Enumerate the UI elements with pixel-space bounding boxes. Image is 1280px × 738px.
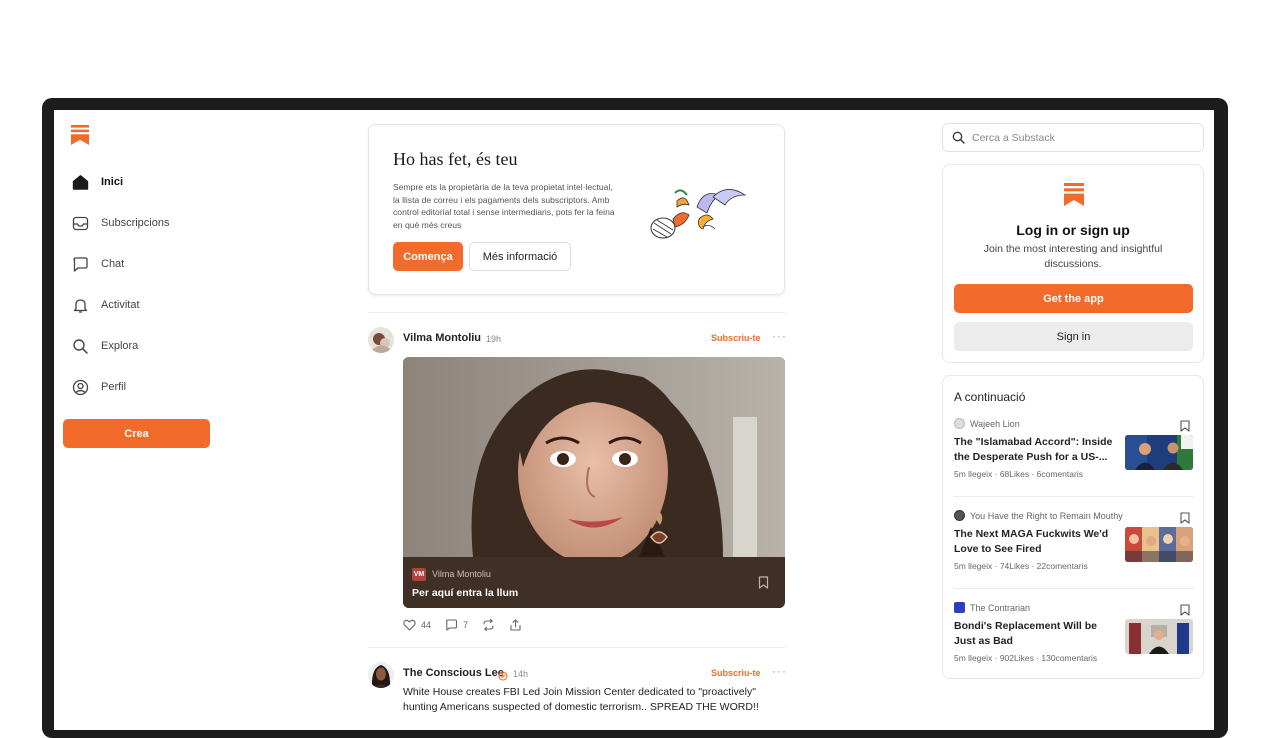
profile-icon [71,378,89,396]
publication-name: Wajeeh Lion [970,418,1020,429]
share-icon [510,619,521,631]
search-input[interactable] [972,131,1192,144]
card-author: Vilma Montoliu [432,569,491,579]
publication: The Contrarian [954,602,1030,613]
headline[interactable]: The Next MAGA Fuckwits We'd Love to See … [954,527,1114,557]
search-icon [952,131,965,144]
item-meta: 5m llegeix · 74Likes · 22comentaris [954,561,1088,571]
more-info-button[interactable]: Més informació [469,242,571,271]
sidebar-item-subscripcions[interactable]: Subscripcions [71,211,169,235]
login-subtitle: Join the most interesting and insightful… [983,243,1163,270]
login-card: Log in or sign up Join the most interest… [942,164,1204,363]
list-item[interactable]: The Contrarian Bondi's Replacement Will … [954,602,1194,682]
divider [954,496,1194,497]
publication-name: You Have the Right to Remain Mouthy [970,510,1123,521]
divider [368,647,785,648]
divider [368,312,785,313]
sidebar-item-explora[interactable]: Explora [71,334,138,358]
promo-title: Ho has fet, és teu [393,149,518,169]
login-title: Log in or sign up [1016,222,1130,238]
promo-text: Sempre ets la propietària de la teva pro… [393,182,615,230]
create-button[interactable]: Crea [63,419,210,448]
post-image [403,357,785,564]
app-screen: Inici Subscripcions Chat Activitat Explo… [54,110,1214,730]
thumbnail [1125,527,1193,562]
next-up-title: A continuació [954,390,1026,404]
more-options-button[interactable]: ··· [772,329,787,343]
list-item[interactable]: You Have the Right to Remain Mouthy The … [954,510,1194,590]
chat-icon [71,255,89,273]
post-time: 14h [513,669,529,679]
sidebar-item-label: Activitat [101,299,140,311]
post-author[interactable]: The Conscious Lee [403,667,504,679]
sidebar-item-inici[interactable]: Inici [71,170,123,194]
publication: You Have the Right to Remain Mouthy [954,510,1123,521]
list-item[interactable]: Wajeeh Lion The "Islamabad Accord": Insi… [954,418,1194,498]
comment-button[interactable]: 7 [445,619,468,631]
headline[interactable]: Bondi's Replacement Will be Just as Bad [954,619,1114,649]
substack-logo-icon [1064,183,1084,211]
restack-button[interactable] [482,619,495,631]
post-time: 19h [486,334,502,344]
next-up-panel: A continuació Wajeeh Lion The "Islamabad… [942,375,1204,679]
restack-icon [483,619,494,631]
inbox-icon [71,214,89,232]
sign-in-button[interactable]: Sign in [954,322,1193,351]
comment-count: 7 [463,620,469,630]
post-card-footer: VM Vilma Montoliu Per aquí entra la llum [403,557,785,608]
publication-name: The Contrarian [970,602,1031,613]
sidebar-item-perfil[interactable]: Perfil [71,375,126,399]
post-text[interactable]: White House creates FBI Led Join Mission… [403,685,783,715]
avatar[interactable] [368,327,394,353]
search-icon [71,337,89,355]
sidebar-item-label: Chat [101,258,125,270]
item-meta: 5m llegeix · 68Likes · 6comentaris [954,469,1083,479]
publication-icon [954,418,965,429]
post-card[interactable]: VM Vilma Montoliu Per aquí entra la llum [403,357,785,608]
publication-icon [954,510,965,521]
start-button[interactable]: Comença [393,242,463,271]
search-box[interactable] [942,123,1204,152]
heart-icon [403,619,416,631]
share-button[interactable] [509,619,522,631]
home-icon [71,173,89,191]
more-options-button[interactable]: ··· [772,664,787,678]
bookmark-icon[interactable] [758,576,769,594]
promo-illustration [647,183,747,250]
subscribe-button[interactable]: Subscriu-te [711,668,761,678]
bell-icon [71,296,89,314]
sidebar-item-label: Perfil [101,381,127,393]
divider [954,588,1194,589]
like-button[interactable]: 44 [403,619,431,631]
comment-icon [445,619,458,631]
avatar[interactable] [368,662,394,688]
subscribe-button[interactable]: Subscriu-te [711,333,761,343]
post-author[interactable]: Vilma Montoliu [403,332,481,344]
like-count: 44 [421,620,432,630]
sidebar-item-activitat[interactable]: Activitat [71,293,140,317]
publication-badge: VM [412,568,426,581]
sidebar-item-label: Inici [101,176,124,188]
sidebar-item-chat[interactable]: Chat [71,252,124,276]
sidebar-item-label: Subscripcions [101,217,170,229]
verified-badge-icon [498,668,508,686]
sidebar-item-label: Explora [101,340,139,352]
publication: Wajeeh Lion [954,418,1020,429]
get-app-button[interactable]: Get the app [954,284,1193,313]
item-meta: 5m llegeix · 902Likes · 130comentaris [954,653,1098,663]
publication-icon [954,602,965,613]
headline[interactable]: The "Islamabad Accord": Inside the Despe… [954,435,1114,465]
card-title[interactable]: Per aquí entra la llum [412,587,518,599]
thumbnail [1125,435,1193,470]
thumbnail [1125,619,1193,654]
post-actions: 44 7 [403,619,522,631]
promo-card: Ho has fet, és teu Sempre ets la propiet… [368,124,785,295]
substack-logo-icon[interactable] [71,125,89,145]
